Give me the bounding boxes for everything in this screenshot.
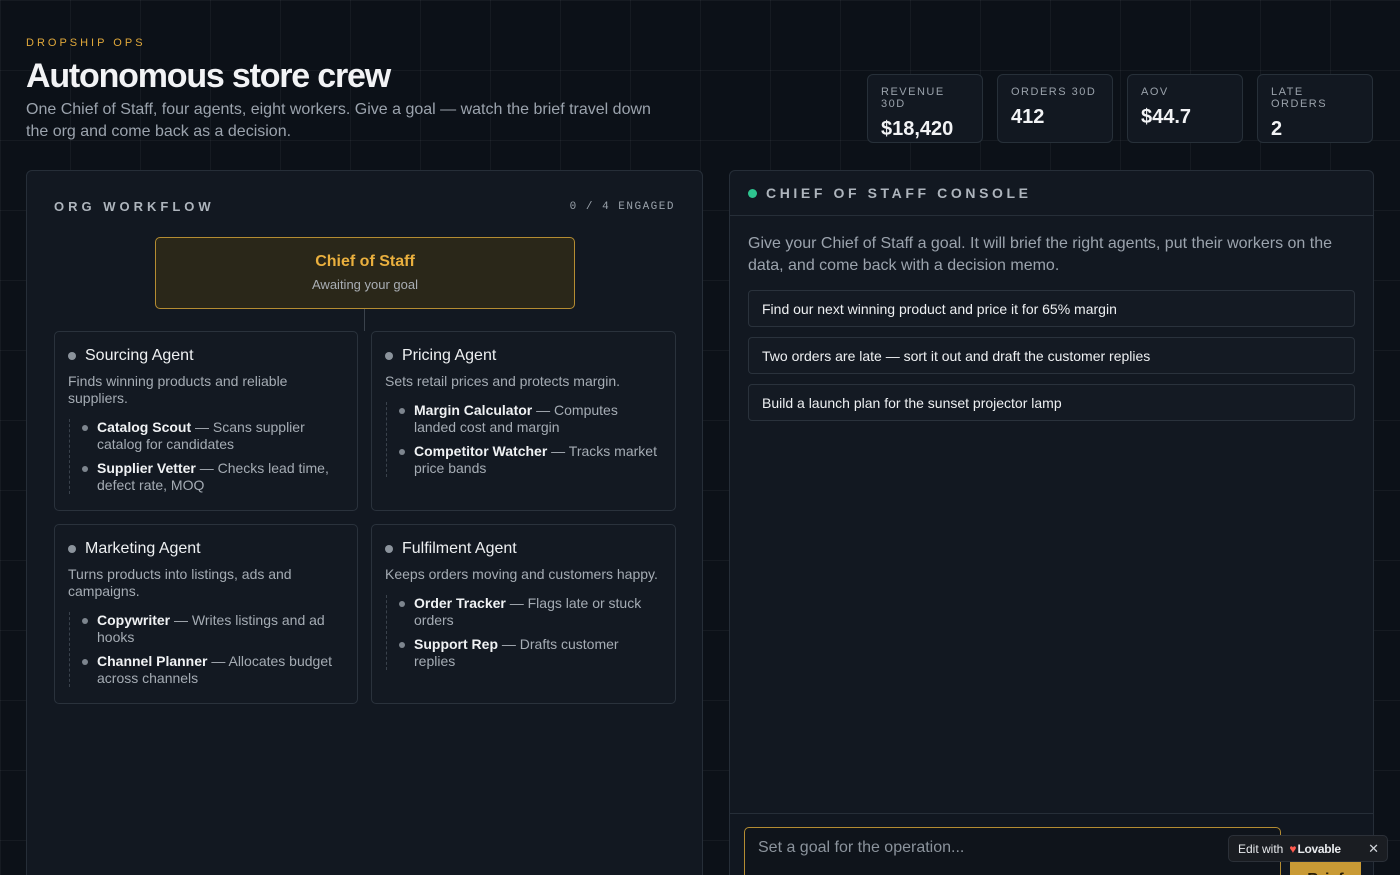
worker-item: Margin Calculator — Computes landed cost… bbox=[399, 402, 662, 436]
badge-brand: Lovable bbox=[1297, 841, 1341, 856]
worker-list: Copywriter — Writes listings and ad hook… bbox=[69, 612, 344, 687]
stat-value: 412 bbox=[1011, 106, 1045, 128]
org-workflow-panel: ORG WORKFLOW 0 / 4 ENGAGED Chief of Staf… bbox=[26, 170, 703, 875]
worker-item: Support Rep — Drafts customer replies bbox=[399, 636, 662, 670]
chief-status: Awaiting your goal bbox=[312, 277, 418, 292]
console-title: CHIEF OF STAFF CONSOLE bbox=[766, 185, 1032, 201]
page-subtitle: One Chief of Staff, four agents, eight w… bbox=[26, 101, 651, 140]
stat-value: $18,420 bbox=[881, 118, 954, 140]
agent-status-dot bbox=[68, 545, 76, 553]
agent-name: Fulfilment Agent bbox=[402, 540, 517, 557]
worker-text: Margin Calculator — Computes landed cost… bbox=[414, 402, 662, 436]
worker-name: Order Tracker bbox=[414, 595, 506, 611]
stat-orders: ORDERS 30D 412 bbox=[997, 74, 1113, 143]
stat-label: REVENUE 30D bbox=[881, 86, 945, 110]
agent-card-fulfilment[interactable]: Fulfilment Agent Keeps orders moving and… bbox=[371, 524, 676, 704]
suggestion-button[interactable]: Build a launch plan for the sunset proje… bbox=[748, 384, 1355, 421]
worker-list: Order Tracker — Flags late or stuck orde… bbox=[386, 595, 662, 670]
org-header: ORG WORKFLOW 0 / 4 ENGAGED bbox=[54, 199, 675, 214]
worker-item: Channel Planner — Allocates budget acros… bbox=[82, 653, 344, 687]
worker-item: Supplier Vetter — Checks lead time, defe… bbox=[82, 460, 344, 494]
edit-with-lovable-badge[interactable]: Edit with ♥ Lovable ✕ bbox=[1228, 835, 1388, 862]
agent-card-pricing[interactable]: Pricing Agent Sets retail prices and pro… bbox=[371, 331, 676, 511]
org-connector-line bbox=[364, 309, 365, 331]
worker-name: Copywriter bbox=[97, 612, 171, 628]
worker-text: Competitor Watcher — Tracks market price… bbox=[414, 443, 662, 477]
agent-header: Marketing Agent bbox=[68, 540, 344, 558]
stat-aov: AOV $44.7 bbox=[1127, 74, 1243, 143]
worker-text: Supplier Vetter — Checks lead time, defe… bbox=[97, 460, 344, 494]
online-status-icon bbox=[748, 188, 757, 198]
worker-name: Catalog Scout bbox=[97, 419, 192, 435]
worker-text: Copywriter — Writes listings and ad hook… bbox=[97, 612, 344, 646]
agent-description: Keeps orders moving and customers happy. bbox=[385, 566, 658, 582]
worker-text: Order Tracker — Flags late or stuck orde… bbox=[414, 595, 662, 629]
worker-dot bbox=[82, 618, 88, 624]
agent-status-dot bbox=[68, 352, 76, 360]
worker-name: Competitor Watcher bbox=[414, 443, 548, 459]
worker-item: Order Tracker — Flags late or stuck orde… bbox=[399, 595, 662, 629]
worker-dot bbox=[82, 425, 88, 431]
stat-label: ORDERS 30D bbox=[1011, 86, 1097, 98]
worker-name: Channel Planner bbox=[97, 653, 208, 669]
worker-dot bbox=[399, 449, 405, 455]
agent-status-dot bbox=[385, 545, 393, 553]
worker-text: Support Rep — Drafts customer replies bbox=[414, 636, 662, 670]
worker-dot bbox=[82, 466, 88, 472]
worker-item: Catalog Scout — Scans supplier catalog f… bbox=[82, 419, 344, 453]
agent-description: Sets retail prices and protects margin. bbox=[385, 373, 620, 389]
worker-list: Margin Calculator — Computes landed cost… bbox=[386, 402, 662, 477]
agent-header: Pricing Agent bbox=[385, 347, 662, 365]
worker-name: Support Rep bbox=[414, 636, 498, 652]
agent-name: Marketing Agent bbox=[85, 540, 201, 557]
console-intro: Give your Chief of Staff a goal. It will… bbox=[748, 235, 1332, 274]
close-icon[interactable]: ✕ bbox=[1368, 841, 1379, 857]
console-header: CHIEF OF STAFF CONSOLE bbox=[730, 171, 1373, 216]
agent-grid: Sourcing Agent Finds winning products an… bbox=[54, 331, 676, 704]
worker-list: Catalog Scout — Scans supplier catalog f… bbox=[69, 419, 344, 494]
chief-of-staff-node[interactable]: Chief of Staff Awaiting your goal bbox=[155, 237, 575, 309]
worker-dot bbox=[399, 408, 405, 414]
page-title: Autonomous store crew bbox=[26, 57, 391, 95]
agent-description: Finds winning products and reliable supp… bbox=[68, 373, 288, 406]
stats-bar: REVENUE 30D $18,420 ORDERS 30D 412 AOV $… bbox=[867, 74, 1373, 143]
worker-dot bbox=[399, 601, 405, 607]
engaged-counter: 0 / 4 ENGAGED bbox=[569, 200, 675, 213]
stat-label: LATE ORDERS bbox=[1271, 86, 1328, 110]
eyebrow: DROPSHIP OPS bbox=[26, 37, 146, 49]
stat-value: $44.7 bbox=[1141, 106, 1192, 128]
stat-revenue: REVENUE 30D $18,420 bbox=[867, 74, 983, 143]
badge-prefix: Edit with bbox=[1238, 841, 1284, 856]
worker-dot bbox=[82, 659, 88, 665]
agent-card-marketing[interactable]: Marketing Agent Turns products into list… bbox=[54, 524, 358, 704]
agent-name: Sourcing Agent bbox=[85, 347, 194, 364]
goal-suggestions: Find our next winning product and price … bbox=[748, 290, 1355, 421]
stat-label: AOV bbox=[1141, 86, 1169, 98]
agent-card-sourcing[interactable]: Sourcing Agent Finds winning products an… bbox=[54, 331, 358, 511]
stat-value: 2 bbox=[1271, 118, 1283, 140]
chief-of-staff-console: CHIEF OF STAFF CONSOLE Give your Chief o… bbox=[729, 170, 1374, 875]
chief-title: Chief of Staff bbox=[315, 253, 415, 270]
agent-name: Pricing Agent bbox=[402, 347, 497, 364]
agent-status-dot bbox=[385, 352, 393, 360]
worker-text: Channel Planner — Allocates budget acros… bbox=[97, 653, 344, 687]
worker-item: Competitor Watcher — Tracks market price… bbox=[399, 443, 662, 477]
worker-dot bbox=[399, 642, 405, 648]
org-title: ORG WORKFLOW bbox=[54, 199, 215, 214]
lovable-heart-icon: ♥ bbox=[1289, 841, 1297, 856]
suggestion-button[interactable]: Find our next winning product and price … bbox=[748, 290, 1355, 327]
worker-name: Margin Calculator bbox=[414, 402, 533, 418]
agent-header: Fulfilment Agent bbox=[385, 540, 662, 558]
suggestion-button[interactable]: Two orders are late — sort it out and dr… bbox=[748, 337, 1355, 374]
goal-input[interactable] bbox=[744, 827, 1281, 875]
stat-late-orders: LATE ORDERS 2 bbox=[1257, 74, 1373, 143]
worker-item: Copywriter — Writes listings and ad hook… bbox=[82, 612, 344, 646]
worker-name: Supplier Vetter bbox=[97, 460, 196, 476]
agent-description: Turns products into listings, ads and ca… bbox=[68, 566, 292, 599]
worker-text: Catalog Scout — Scans supplier catalog f… bbox=[97, 419, 344, 453]
agent-header: Sourcing Agent bbox=[68, 347, 344, 365]
